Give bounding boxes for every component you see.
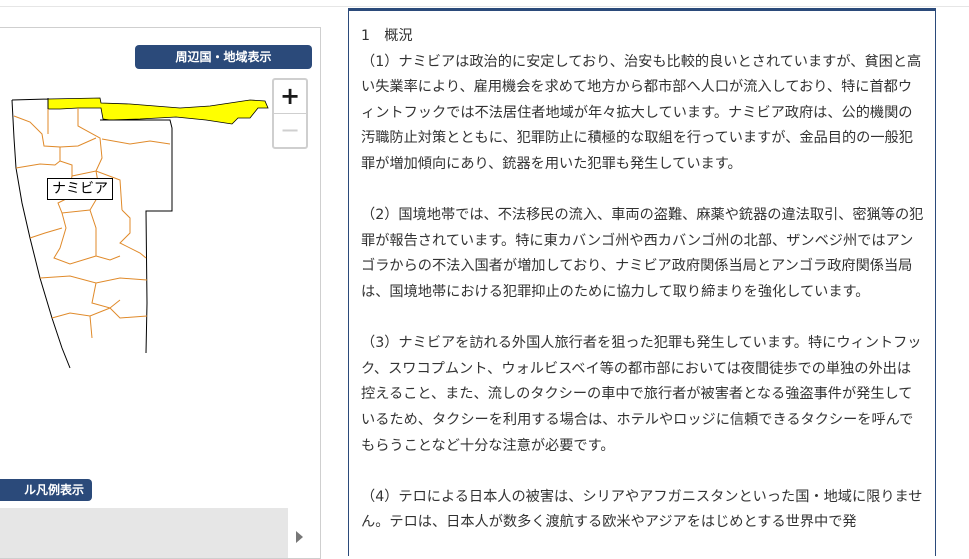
legend-area (0, 508, 288, 558)
top-divider (0, 6, 969, 7)
article-panel[interactable]: 1 概況 （1）ナミビアは政治的に安定しており、治安も比較的良いとされていますが… (348, 8, 936, 556)
scroll-right-arrow-icon[interactable] (296, 531, 303, 543)
neighboring-regions-button[interactable]: 周辺国・地域表示 (135, 45, 312, 69)
zoom-in-button[interactable]: + (274, 80, 306, 113)
map-panel[interactable]: 周辺国・地域表示 + − ナミビア ル凡例表示 (0, 27, 321, 559)
article-content: 1 概況 （1）ナミビアは政治的に安定しており、治安も比較的良いとされていますが… (349, 11, 935, 536)
country-label: ナミビア (47, 178, 113, 200)
paragraph-4: （4）テロによる日本人の被害は、シリアやアフガニスタンといった国・地域に限りませ… (361, 488, 923, 531)
zoom-control: + − (272, 78, 308, 149)
paragraph-1: （1）ナミビアは政治的に安定しており、治安も比較的良いとされていますが、貧困と高… (361, 53, 922, 172)
zoom-out-button[interactable]: − (274, 113, 306, 147)
section-heading: 1 概況 (361, 28, 413, 44)
paragraph-2: （2）国境地帯では、不法移民の流入、車両の盗難、麻薬や銃器の違法取引、密猟等の犯… (361, 207, 924, 300)
legend-toggle-button[interactable]: ル凡例表示 (0, 479, 92, 501)
paragraph-3: （3）ナミビアを訪れる外国人旅行者を狙った犯罪も発生しています。特にウィントフッ… (361, 335, 922, 454)
